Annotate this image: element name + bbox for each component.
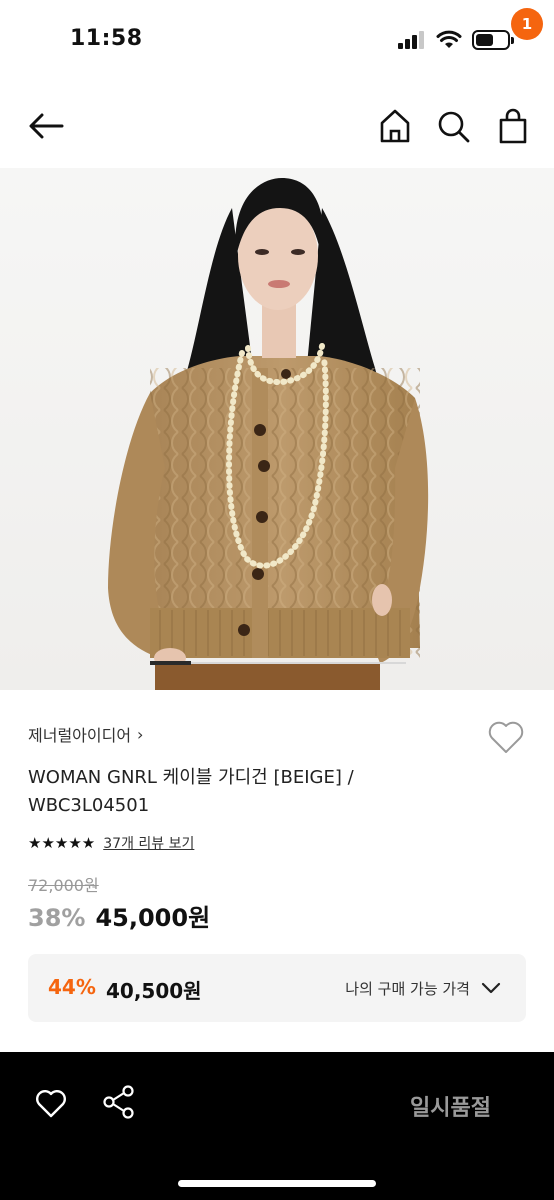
image-carousel-indicator [150, 661, 406, 665]
product-image[interactable] [0, 168, 554, 690]
search-icon[interactable] [436, 106, 472, 146]
product-name: WOMAN GNRL 케이블 가디건 [BEIGE] / WBC3L04501 [28, 767, 354, 816]
status-icons [398, 30, 514, 50]
product-photo [0, 168, 554, 690]
chevron-down-icon [481, 982, 501, 994]
sold-out-status: 일시품절 [410, 1096, 491, 1121]
bottom-action-bar: 일시품절 [0, 1052, 554, 1200]
status-bar: 11:58 [0, 0, 554, 84]
brand-link[interactable]: 제너럴아이디어 › [28, 722, 143, 746]
status-time: 11:58 [70, 26, 143, 51]
member-price: 40,500원 [106, 979, 202, 1003]
home-icon[interactable] [376, 106, 414, 146]
original-price: 72,000원 [28, 876, 99, 895]
sale-price: 45,000원 [95, 904, 211, 932]
my-price-dropdown[interactable]: 44% 40,500원 나의 구매 가능 가격 [28, 954, 526, 1022]
shopping-bag-icon[interactable] [494, 106, 534, 146]
cart-count-badge: 1 [511, 8, 543, 40]
share-icon[interactable] [102, 1084, 136, 1120]
wifi-icon [436, 30, 462, 48]
home-indicator [178, 1180, 376, 1187]
back-arrow-icon[interactable] [26, 108, 66, 144]
top-nav [0, 84, 554, 168]
member-price-label: 나의 구매 가능 가격 [345, 980, 470, 998]
star-rating: ★★★★★ [28, 834, 96, 852]
chevron-right-icon: › [137, 724, 144, 744]
signal-icon [398, 31, 424, 49]
battery-icon [472, 30, 514, 50]
review-link[interactable]: 37개 리뷰 보기 [103, 833, 194, 853]
wishlist-heart-icon[interactable] [486, 718, 526, 756]
carousel-progress [150, 661, 191, 665]
battery-level [476, 34, 493, 46]
member-discount-rate: 44% [48, 975, 96, 999]
discount-rate: 38% [28, 904, 86, 932]
price-row: 38% 45,000원 [28, 898, 210, 933]
heart-icon[interactable] [34, 1088, 68, 1120]
brand-name: 제너럴아이디어 [28, 726, 132, 745]
rating-row: ★★★★★ 37개 리뷰 보기 [28, 833, 194, 853]
